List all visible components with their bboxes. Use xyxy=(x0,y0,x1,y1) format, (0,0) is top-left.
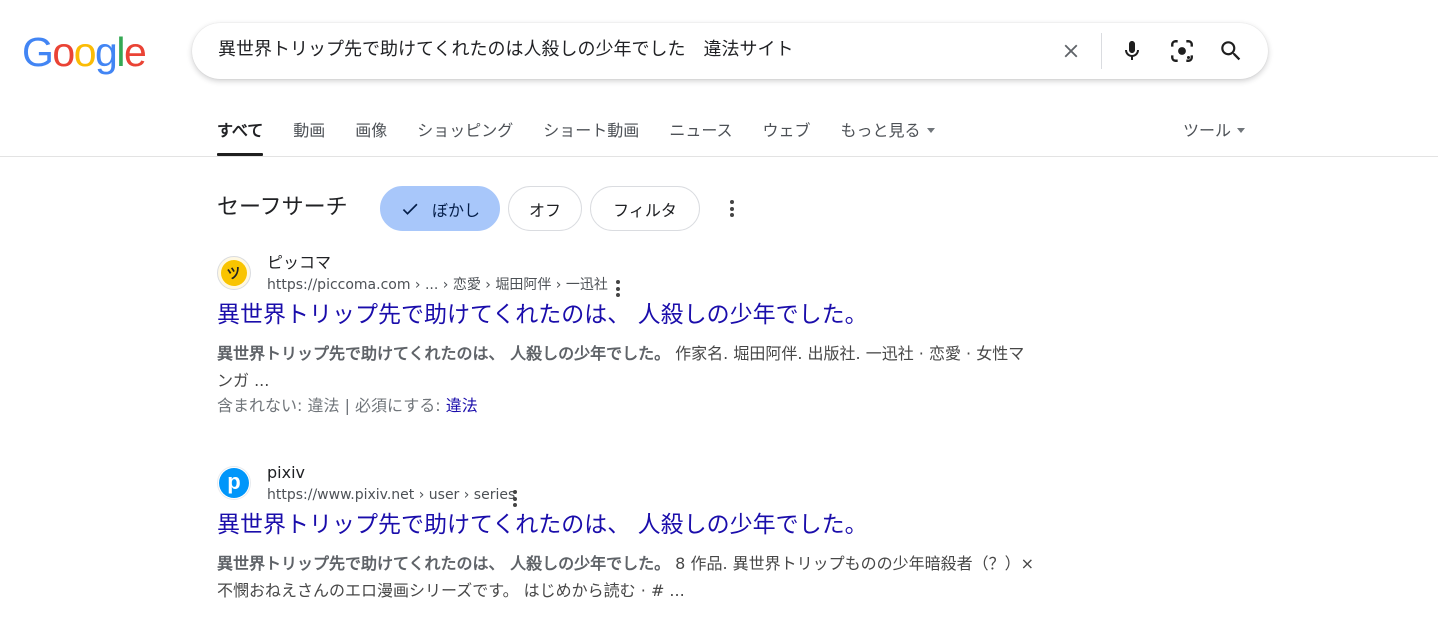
snippet-bold: 異世界トリップ先で助けてくれたのは、 人殺しの少年でした。 xyxy=(217,344,671,363)
missing-terms-label: 含まれない: 違法 | 必須にする: xyxy=(217,396,446,415)
chevron-down-icon xyxy=(926,127,935,133)
safe-search-label: セーフサーチ xyxy=(217,195,348,220)
tools-label: ツール xyxy=(1183,121,1232,140)
search-divider xyxy=(1101,33,1102,69)
more-options-icon[interactable] xyxy=(730,200,734,220)
result-url[interactable]: https://piccoma.com › ... › 恋愛 › 堀田阿伴 › … xyxy=(267,275,608,295)
result-url-text: https://piccoma.com › ... › 恋愛 › 堀田阿伴 › … xyxy=(267,277,608,293)
favicon-glyph: p xyxy=(227,468,241,494)
snippet-bold: 異世界トリップ先で助けてくれたのは、 人殺しの少年でした。 xyxy=(217,554,671,573)
result-snippet: 異世界トリップ先で助けてくれたのは、 人殺しの少年でした。 8 作品. 異世界ト… xyxy=(217,550,1037,604)
chip-label: オフ xyxy=(528,200,561,220)
result-site-name[interactable]: ピッコマ xyxy=(267,252,331,274)
result-site-name[interactable]: pixiv xyxy=(267,462,305,484)
tab-shopping[interactable]: ショッピング xyxy=(417,118,513,156)
require-term-link[interactable]: 違法 xyxy=(446,396,478,415)
logo-letter: e xyxy=(123,29,147,75)
google-logo[interactable]: Google xyxy=(22,29,147,75)
microphone-icon[interactable] xyxy=(1118,37,1146,65)
result-snippet: 異世界トリップ先で助けてくれたのは、 人殺しの少年でした。 作家名. 堀田阿伴.… xyxy=(217,340,1037,394)
safe-search-off-chip[interactable]: オフ xyxy=(508,186,582,231)
logo-letter: G xyxy=(22,29,54,75)
chevron-down-icon xyxy=(1237,127,1246,133)
logo-letter: o xyxy=(73,29,97,75)
logo-letter: o xyxy=(52,29,75,75)
result-more-icon[interactable] xyxy=(616,280,620,300)
search-box[interactable]: 異世界トリップ先で助けてくれたのは人殺しの少年でした 違法サイト xyxy=(192,23,1268,79)
tab-all[interactable]: すべて xyxy=(217,118,264,156)
safe-search-filter-chip[interactable]: フィルタ xyxy=(590,186,700,231)
chip-label: フィルタ xyxy=(613,200,677,220)
tab-short-videos[interactable]: ショート動画 xyxy=(543,118,639,156)
favicon-glyph: ツ xyxy=(225,264,243,284)
tools-button[interactable]: ツール xyxy=(1183,118,1246,144)
piccoma-icon: ツ xyxy=(217,256,251,290)
tab-more-label: もっと見る xyxy=(840,121,921,140)
search-icon[interactable] xyxy=(1217,37,1245,65)
search-input[interactable]: 異世界トリップ先で助けてくれたのは人殺しの少年でした 違法サイト xyxy=(218,23,793,79)
result-title-link[interactable]: 異世界トリップ先で助けてくれたのは、 人殺しの少年でした。 xyxy=(217,299,868,331)
tab-more[interactable]: もっと見る xyxy=(841,118,935,156)
result-more-icon[interactable] xyxy=(513,490,517,510)
result-title-link[interactable]: 異世界トリップ先で助けてくれたのは、 人殺しの少年でした。 xyxy=(217,509,868,541)
result-url-text: https://www.pixiv.net › user › series xyxy=(267,487,516,503)
logo-letter: g xyxy=(95,29,118,75)
search-tabs: すべて 動画 画像 ショッピング ショート動画 ニュース ウェブ もっと見る xyxy=(217,118,965,156)
camera-lens-icon[interactable] xyxy=(1168,37,1196,65)
clear-icon[interactable] xyxy=(1057,37,1085,65)
tabs-divider xyxy=(0,156,1438,157)
tab-images[interactable]: 画像 xyxy=(355,118,387,156)
tab-web[interactable]: ウェブ xyxy=(763,118,811,156)
safe-search-blur-chip[interactable]: ぼかし xyxy=(380,186,500,231)
chip-label: ぼかし xyxy=(431,200,480,220)
missing-terms: 含まれない: 違法 | 必須にする: 違法 xyxy=(217,395,478,417)
result-url[interactable]: https://www.pixiv.net › user › series xyxy=(267,485,515,505)
tab-videos[interactable]: 動画 xyxy=(293,118,325,156)
checkmark-icon xyxy=(402,203,418,215)
logo-letter: l xyxy=(116,29,125,75)
tab-news[interactable]: ニュース xyxy=(669,118,732,156)
pixiv-icon: p xyxy=(217,466,251,500)
